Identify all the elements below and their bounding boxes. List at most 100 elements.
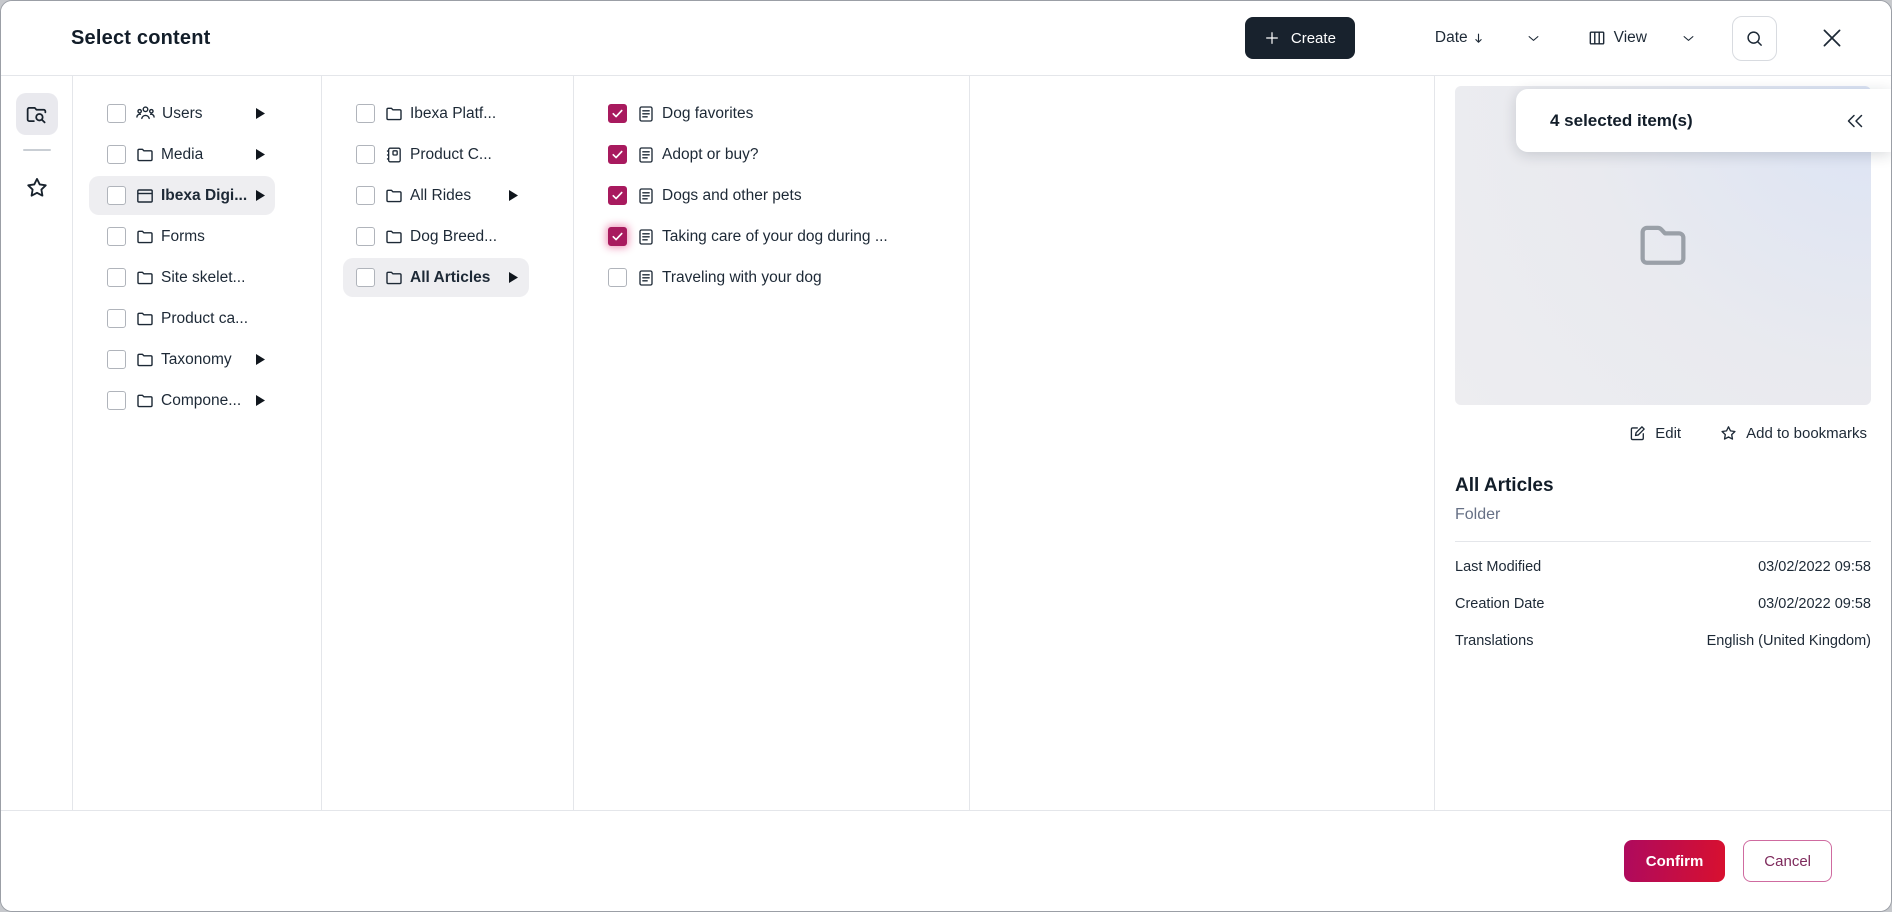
create-button[interactable]: Create xyxy=(1245,17,1355,59)
tree-item-forms[interactable]: Forms xyxy=(73,216,321,257)
select-content-modal: Select content Create Date xyxy=(0,0,1892,912)
article-icon xyxy=(636,186,656,206)
arrow-down-icon xyxy=(1471,31,1486,46)
selected-items-banner: 4 selected item(s) xyxy=(1516,89,1891,152)
tree-item-site-skelet[interactable]: Site skelet... xyxy=(73,257,321,298)
close-icon xyxy=(1819,25,1845,51)
collapse-panel-button[interactable] xyxy=(1841,107,1869,135)
tree-column-3: Dog favorites Adopt or buy?Dogs and other… xyxy=(574,76,970,810)
caret-right-icon[interactable] xyxy=(256,190,265,201)
checkbox[interactable] xyxy=(356,227,375,246)
tree-item-ibexa-digi[interactable]: Ibexa Digi... xyxy=(73,175,321,216)
catalog-icon xyxy=(384,145,404,165)
checkbox[interactable] xyxy=(608,145,627,164)
folder-icon xyxy=(384,268,404,288)
meta-row-translations: Translations English (United Kingdom) xyxy=(1455,622,1871,659)
sort-dropdown[interactable]: Date xyxy=(1435,29,1541,47)
edit-button[interactable]: Edit xyxy=(1628,424,1681,443)
meta-value: 03/02/2022 09:58 xyxy=(1758,596,1871,612)
tree-item-users[interactable]: Users xyxy=(73,93,321,134)
meta-label: Translations xyxy=(1455,633,1533,649)
tree-item-label: Dog favorites xyxy=(662,105,753,123)
caret-right-icon[interactable] xyxy=(256,395,265,406)
tree-item-label: Taking care of your dog during ... xyxy=(662,228,888,246)
confirm-button[interactable]: Confirm xyxy=(1624,840,1726,882)
bookmarks-tab-button[interactable] xyxy=(16,167,58,209)
star-icon xyxy=(24,175,50,201)
tree-item-product-c[interactable]: Product C... xyxy=(322,134,573,175)
tree-item-ibexa-platf[interactable]: Ibexa Platf... xyxy=(322,93,573,134)
checkbox[interactable] xyxy=(608,186,627,205)
tree-item-label: Ibexa Platf... xyxy=(410,105,496,123)
header-actions: Create Date View xyxy=(1245,16,1849,61)
checkbox[interactable] xyxy=(107,104,126,123)
browse-tab-button[interactable] xyxy=(16,93,58,135)
caret-right-icon[interactable] xyxy=(256,108,265,119)
modal-body: Users Media Ibexa Digi... FormsSite skelet.… xyxy=(1,76,1891,810)
content-meta: Last Modified 03/02/2022 09:58 Creation … xyxy=(1455,548,1871,659)
folder-icon xyxy=(384,227,404,247)
users-icon xyxy=(135,103,156,124)
tree-item-all-articles[interactable]: All Articles xyxy=(322,257,573,298)
preview-actions: Edit Add to bookmarks xyxy=(1455,418,1871,448)
caret-right-icon[interactable] xyxy=(256,354,265,365)
rail-divider xyxy=(23,149,51,151)
folder-icon xyxy=(384,186,404,206)
folder-icon xyxy=(1630,213,1696,279)
chevron-down-icon xyxy=(1526,31,1541,46)
caret-right-icon[interactable] xyxy=(509,190,518,201)
checkbox[interactable] xyxy=(608,268,627,287)
checkbox[interactable] xyxy=(107,186,126,205)
edit-icon xyxy=(1628,424,1647,443)
article-icon xyxy=(636,268,656,288)
meta-label: Last Modified xyxy=(1455,559,1541,575)
meta-value: 03/02/2022 09:58 xyxy=(1758,559,1871,575)
tree-item-product-ca[interactable]: Product ca... xyxy=(73,298,321,339)
tree-item-taxonomy[interactable]: Taxonomy xyxy=(73,339,321,380)
tree-item-compone[interactable]: Compone... xyxy=(73,380,321,421)
tree-item-traveling-with-your-dog[interactable]: Traveling with your dog xyxy=(574,257,969,298)
tree-item-media[interactable]: Media xyxy=(73,134,321,175)
cancel-button[interactable]: Cancel xyxy=(1743,840,1832,882)
checkbox[interactable] xyxy=(107,391,126,410)
checkbox[interactable] xyxy=(107,309,126,328)
tree-item-label: Ibexa Digi... xyxy=(161,187,247,205)
article-icon xyxy=(636,104,656,124)
tree-item-dogs-and-other-pets[interactable]: Dogs and other pets xyxy=(574,175,969,216)
content-title: All Articles xyxy=(1455,475,1871,497)
checkbox[interactable] xyxy=(107,227,126,246)
tree-item-adopt-or-buy[interactable]: Adopt or buy? xyxy=(574,134,969,175)
tree-column-4-empty xyxy=(970,76,1435,810)
page-title: Select content xyxy=(71,27,211,50)
add-to-bookmarks-button[interactable]: Add to bookmarks xyxy=(1719,424,1867,443)
tree-item-taking-care-of-your-dog-during[interactable]: Taking care of your dog during ... xyxy=(574,216,969,257)
tree-item-all-rides[interactable]: All Rides xyxy=(322,175,573,216)
checkbox[interactable] xyxy=(356,145,375,164)
caret-right-icon[interactable] xyxy=(509,272,518,283)
folder-search-icon xyxy=(24,102,49,127)
checkbox[interactable] xyxy=(608,104,627,123)
search-button[interactable] xyxy=(1732,16,1777,61)
tree-column-2: Ibexa Platf... Product C... All Rides Dog B… xyxy=(322,76,574,810)
checkbox[interactable] xyxy=(608,227,627,246)
checkbox[interactable] xyxy=(107,268,126,287)
checkbox[interactable] xyxy=(107,350,126,369)
caret-right-icon[interactable] xyxy=(256,149,265,160)
folder-icon xyxy=(135,350,155,370)
content-type: Folder xyxy=(1455,506,1871,524)
folder-icon xyxy=(384,104,404,124)
tree-item-dog-favorites[interactable]: Dog favorites xyxy=(574,93,969,134)
view-dropdown[interactable]: View xyxy=(1587,28,1696,48)
chevron-down-icon xyxy=(1681,31,1696,46)
tree-item-dog-breed[interactable]: Dog Breed... xyxy=(322,216,573,257)
checkbox[interactable] xyxy=(356,186,375,205)
close-button[interactable] xyxy=(1815,21,1849,55)
modal-header: Select content Create Date xyxy=(1,1,1891,76)
folder-icon xyxy=(135,268,155,288)
tree-item-label: All Rides xyxy=(410,187,471,205)
folder-icon xyxy=(135,309,155,329)
tree-item-label: Users xyxy=(162,105,202,123)
checkbox[interactable] xyxy=(107,145,126,164)
checkbox[interactable] xyxy=(356,104,375,123)
checkbox[interactable] xyxy=(356,268,375,287)
